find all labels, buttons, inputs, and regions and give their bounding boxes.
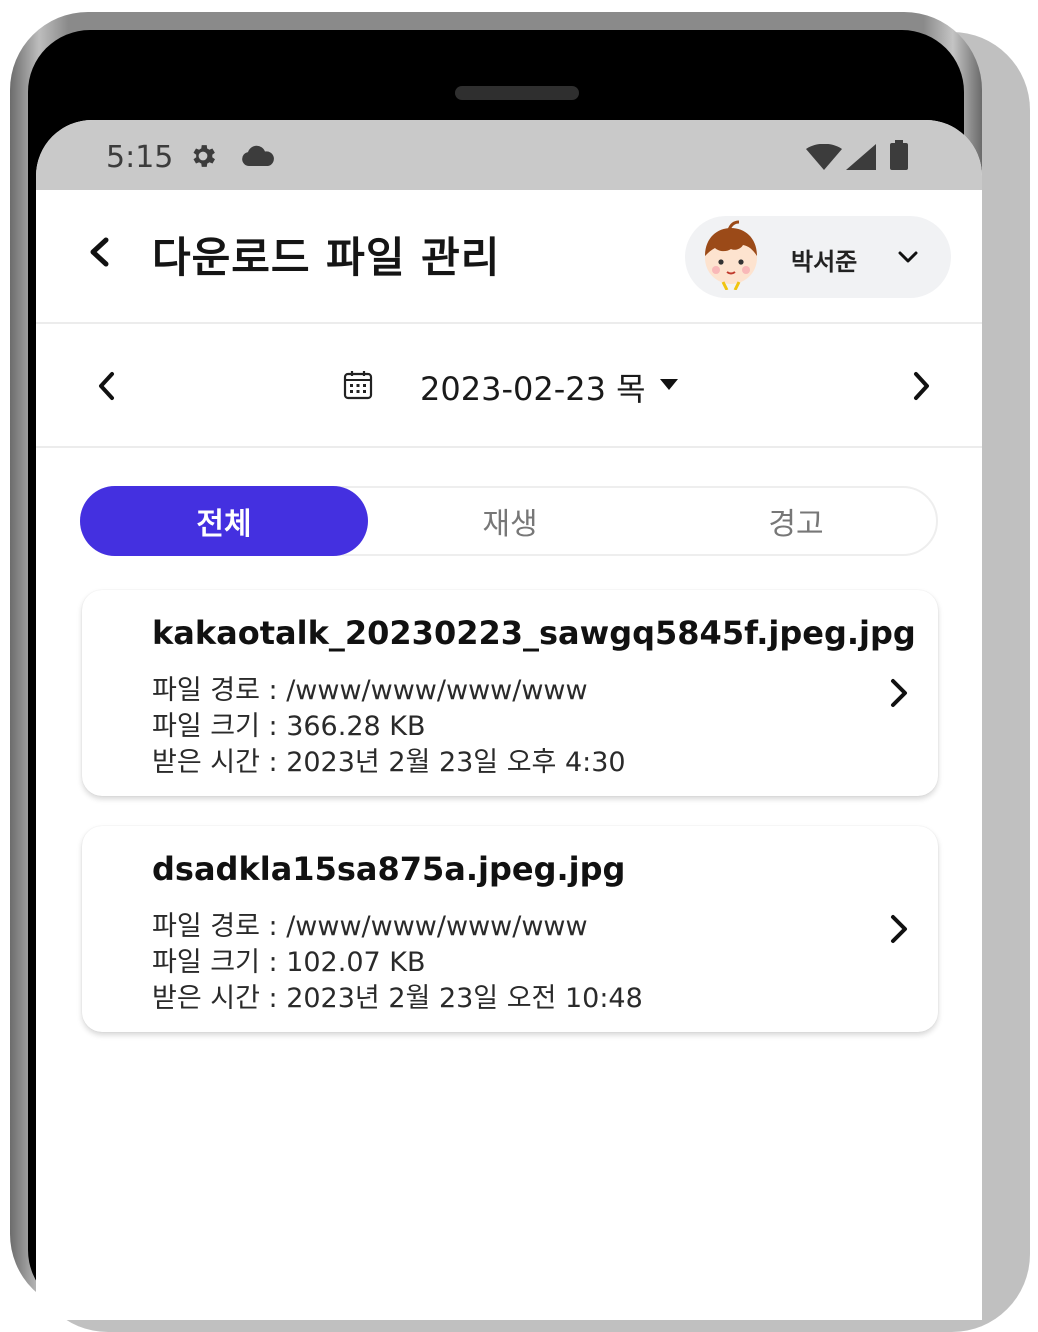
file-size: 파일 크기 : 102.07 KB <box>152 947 426 978</box>
selected-date: 2023-02-23 목 <box>420 370 646 408</box>
avatar <box>705 220 757 290</box>
gear-icon <box>193 145 215 167</box>
file-path: 파일 경로 : /www/www/www/www <box>152 911 588 942</box>
file-received-time: 받은 시간 : 2023년 2월 23일 오전 10:48 <box>152 983 643 1014</box>
date-navigation: 2023-02-23 목 <box>36 324 982 448</box>
tab-warning[interactable]: 경고 <box>652 486 940 556</box>
file-path: 파일 경로 : /www/www/www/www <box>152 675 588 706</box>
signal-icon <box>846 144 876 170</box>
status-time: 5:15 <box>106 140 174 175</box>
tab-playback[interactable]: 재생 <box>366 486 654 556</box>
user-name: 박서준 <box>791 248 858 276</box>
file-size: 파일 크기 : 366.28 KB <box>152 711 426 742</box>
app-screen: 5:15 다운로드 파일 관리 박서준 2023-02-23 목 전체 재생 경… <box>36 120 982 1320</box>
chevron-right-icon <box>891 915 907 943</box>
chevron-down-icon <box>898 251 918 263</box>
chevron-right-icon <box>891 679 907 707</box>
filter-tabs: 전체 재생 경고 <box>80 486 938 556</box>
next-date-button[interactable] <box>906 368 936 404</box>
app-header: 다운로드 파일 관리 박서준 <box>36 190 982 324</box>
battery-icon <box>890 140 908 170</box>
status-bar: 5:15 <box>36 120 982 190</box>
phone-speaker <box>455 86 579 100</box>
file-card[interactable]: dsadkla15sa875a.jpeg.jpg 파일 경로 : /www/ww… <box>82 826 938 1032</box>
tab-all[interactable]: 전체 <box>80 486 368 556</box>
wifi-icon <box>806 144 842 170</box>
previous-date-button[interactable] <box>92 368 122 404</box>
calendar-icon <box>343 371 373 400</box>
page-title: 다운로드 파일 관리 <box>152 233 501 282</box>
file-received-time: 받은 시간 : 2023년 2월 23일 오후 4:30 <box>152 747 626 778</box>
phone-frame: 5:15 다운로드 파일 관리 박서준 2023-02-23 목 전체 재생 경… <box>10 12 982 1320</box>
cloud-icon <box>242 145 274 166</box>
file-name: kakaotalk_20230223_sawgq5845f.jpeg.jpg <box>152 614 916 652</box>
file-name: dsadkla15sa875a.jpeg.jpg <box>152 850 626 888</box>
user-selector[interactable]: 박서준 <box>685 216 951 298</box>
caret-down-icon <box>660 379 678 390</box>
back-arrow-icon[interactable] <box>80 232 120 272</box>
file-card[interactable]: kakaotalk_20230223_sawgq5845f.jpeg.jpg 파… <box>82 590 938 796</box>
